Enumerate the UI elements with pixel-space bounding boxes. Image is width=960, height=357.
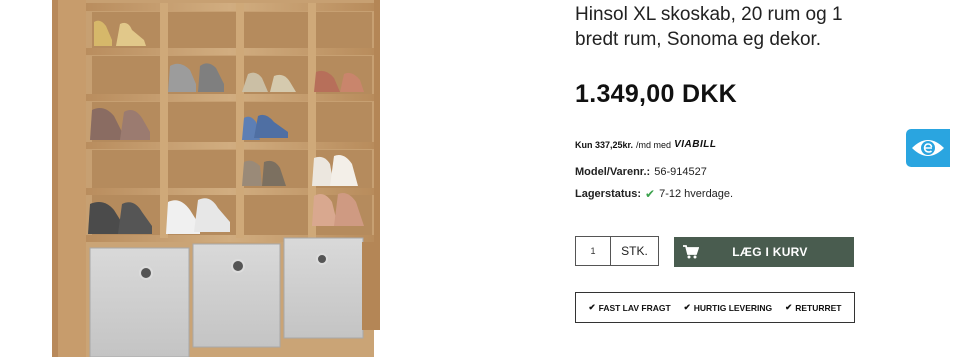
viabill-amount: Kun 337,25kr.	[575, 139, 634, 150]
product-price: 1.349,00 DKK	[575, 80, 738, 108]
viabill-financing[interactable]: Kun 337,25kr. /md med VIABILL	[575, 139, 716, 150]
stock-value: 7-12 hverdage.	[659, 188, 734, 200]
check-icon: ✔	[645, 187, 656, 201]
stock-label: Lagerstatus:	[575, 188, 642, 200]
model-value: 56-914527	[654, 166, 707, 178]
add-to-cart-label: LÆG I KURV	[732, 245, 808, 259]
add-to-cart-button[interactable]: LÆG I KURV	[674, 237, 854, 267]
viabill-logo: VIABILL	[674, 139, 717, 150]
shopping-cart-icon	[682, 243, 700, 261]
usp-box: ✔ FAST LAV FRAGT ✔ HURTIG LEVERING ✔ RET…	[575, 292, 855, 323]
usp-item: ✔ FAST LAV FRAGT	[588, 302, 670, 313]
unit-label: STK.	[611, 236, 659, 266]
check-icon: ✔	[785, 302, 793, 312]
model-label: Model/Varenr.:	[575, 166, 651, 178]
usp-label: FAST LAV FRAGT	[598, 302, 671, 313]
product-image[interactable]	[0, 0, 440, 357]
product-title: Hinsol XL skoskab, 20 rum og 1 bredt rum…	[575, 4, 843, 50]
check-icon: ✔	[683, 302, 691, 312]
usp-label: RETURRET	[795, 302, 842, 313]
usp-label: HURTIG LEVERING	[693, 302, 773, 313]
stock-status-row: Lagerstatus: ✔ 7-12 hverdage.	[575, 187, 733, 201]
accessibility-widget-button[interactable]	[906, 129, 950, 167]
usp-item: ✔ RETURRET	[785, 302, 841, 313]
shoe-cabinet-illustration	[52, 0, 380, 357]
viabill-suffix: /md med	[636, 139, 672, 150]
quantity-input[interactable]: 1	[575, 236, 611, 266]
check-icon: ✔	[588, 302, 596, 312]
usp-item: ✔ HURTIG LEVERING	[684, 302, 773, 313]
eye-icon	[912, 140, 944, 156]
model-number-row: Model/Varenr.: 56-914527	[575, 166, 707, 178]
